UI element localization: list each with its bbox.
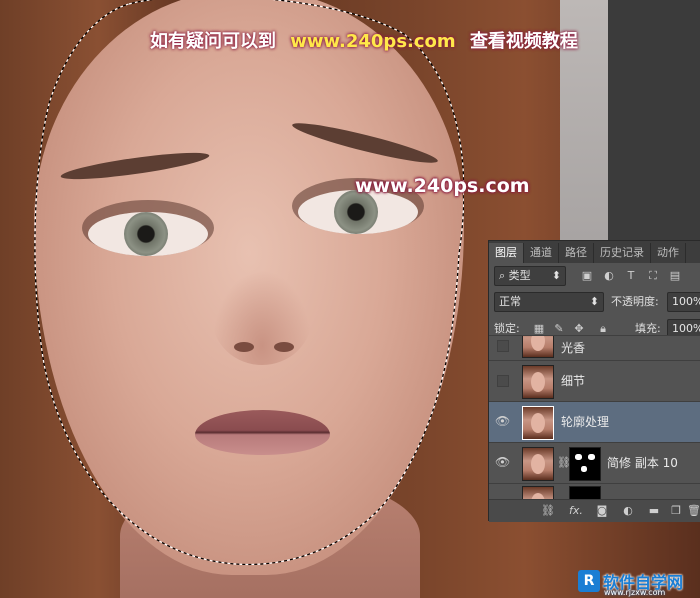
opacity-input[interactable]: 100% xyxy=(667,292,700,312)
layer-row-partial[interactable] xyxy=(489,483,700,500)
opacity-label: 不透明度: xyxy=(611,295,659,308)
tab-paths[interactable]: 路径 xyxy=(559,243,594,263)
layer-mask-thumbnail[interactable] xyxy=(569,447,601,481)
panel-tabs: 图层 通道 路径 历史记录 动作 xyxy=(489,241,700,263)
layers-panel: 图层 通道 路径 历史记录 动作 ⌕ 类型 ⬍ ▣ ◐ T ⛶ ▤ 正常 ⬍ 不… xyxy=(488,240,700,522)
visibility-toggle[interactable] xyxy=(497,375,509,387)
layer-thumbnail xyxy=(522,486,554,500)
pixel-filter-icon[interactable]: ▣ xyxy=(581,270,593,282)
visibility-toggle[interactable] xyxy=(497,340,509,352)
chevron-down-icon: ⬍ xyxy=(589,295,599,308)
site-logo: R 软件自学网 www.rjzxw.com xyxy=(578,568,683,597)
site-logo-url: www.rjzxw.com xyxy=(604,588,666,597)
filter-row: ⌕ 类型 ⬍ ▣ ◐ T ⛶ ▤ xyxy=(489,263,700,287)
workspace-background xyxy=(608,0,700,250)
search-icon: ⌕ xyxy=(499,269,506,282)
layer-thumbnail xyxy=(522,447,554,481)
filter-kind-value: 类型 xyxy=(508,269,531,282)
panel-footer: ⛓ fx. ◙ ◐ ▬ ❐ 🗑︎ xyxy=(489,499,700,522)
folder-icon[interactable]: ▬ xyxy=(647,504,661,518)
blend-mode-select[interactable]: 正常 ⬍ xyxy=(494,292,604,312)
site-logo-mark: R xyxy=(578,570,600,592)
tab-history[interactable]: 历史记录 xyxy=(594,243,651,263)
watermark-top-url: www.240ps.com xyxy=(290,31,456,52)
lock-all-icon[interactable]: 🔒︎ xyxy=(597,323,609,335)
tab-channels[interactable]: 通道 xyxy=(524,243,559,263)
trash-icon[interactable]: 🗑︎ xyxy=(687,504,700,518)
link-icon[interactable]: ⛓ xyxy=(541,504,555,518)
smart-object-filter-icon[interactable]: ▤ xyxy=(669,270,681,282)
lock-move-icon[interactable]: ✥ xyxy=(573,323,585,335)
new-layer-icon[interactable]: ❐ xyxy=(669,504,683,518)
blend-mode-value: 正常 xyxy=(499,295,521,308)
mask-icon[interactable]: ◙ xyxy=(595,504,609,518)
chevron-down-icon: ⬍ xyxy=(551,269,561,282)
type-filter-icon[interactable]: T xyxy=(625,270,637,282)
watermark-top: 如有疑问可以到 www.240ps.com 查看视频教程 xyxy=(150,27,578,53)
layer-row[interactable]: 光香 xyxy=(489,335,700,360)
watermark-top-right-text: 查看视频教程 xyxy=(469,31,578,52)
adjustment-filter-icon[interactable]: ◐ xyxy=(603,270,615,282)
tab-actions[interactable]: 动作 xyxy=(651,243,686,263)
layer-thumbnail xyxy=(522,406,554,440)
adjustment-icon[interactable]: ◐ xyxy=(621,504,635,518)
layer-thumbnail xyxy=(522,365,554,399)
shape-filter-icon[interactable]: ⛶ xyxy=(647,270,659,282)
blend-row: 正常 ⬍ 不透明度: 100% xyxy=(489,289,700,313)
layer-name[interactable]: 轮廓处理 xyxy=(561,413,609,430)
layer-mask-thumbnail xyxy=(569,486,601,500)
layer-name[interactable]: 光香 xyxy=(561,339,585,356)
eye-icon[interactable]: 👁︎ xyxy=(495,414,510,428)
lock-brush-icon[interactable]: ✎ xyxy=(553,323,565,335)
layer-row[interactable]: 细节 xyxy=(489,360,700,401)
layer-row[interactable]: 👁︎ ⛓ 简修 副本 10 xyxy=(489,442,700,483)
fx-button[interactable]: fx. xyxy=(567,504,585,518)
eye-icon[interactable]: 👁︎ xyxy=(495,455,510,469)
lock-transparent-icon[interactable]: ▦ xyxy=(533,323,545,335)
layer-name[interactable]: 简修 副本 10 xyxy=(607,454,678,471)
watermark-center-url: www.240ps.com xyxy=(355,175,530,197)
lasso-selection xyxy=(34,0,464,566)
layer-name[interactable]: 细节 xyxy=(561,372,585,389)
layer-row-selected[interactable]: 👁︎ 轮廓处理 xyxy=(489,401,700,442)
tab-layers[interactable]: 图层 xyxy=(489,243,524,263)
layer-thumbnail xyxy=(522,336,554,358)
watermark-top-left-text: 如有疑问可以到 xyxy=(150,31,276,52)
filter-kind-select[interactable]: ⌕ 类型 ⬍ xyxy=(494,266,566,286)
